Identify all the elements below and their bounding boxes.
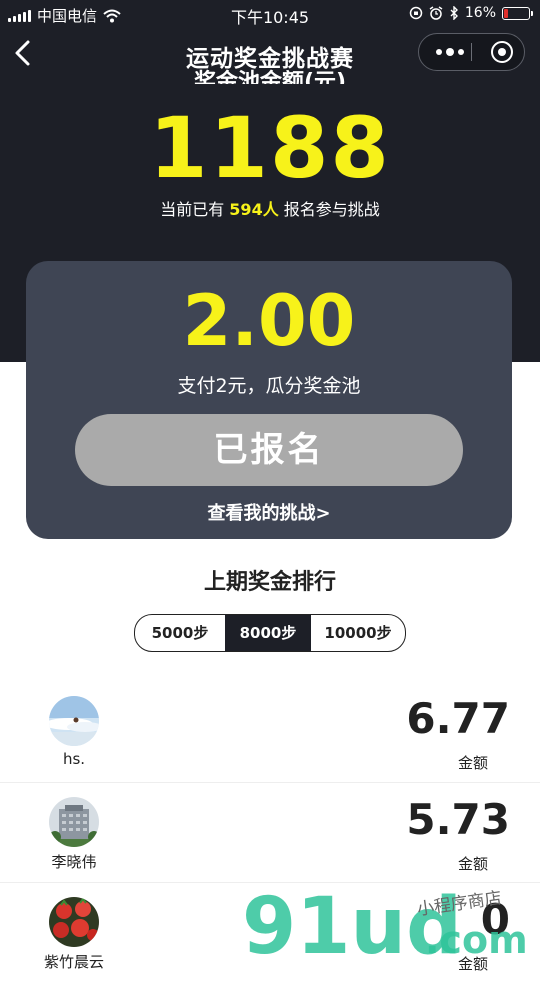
entry-card: 2.00 支付2元，瓜分奖金池 已报名 查看我的挑战> (26, 261, 512, 539)
target-circle-icon[interactable] (491, 41, 513, 63)
pool-amount: 1188 (149, 99, 391, 197)
tab-10000[interactable]: 10000步 (311, 615, 405, 651)
avatar (49, 696, 99, 746)
more-dots-icon[interactable] (433, 34, 467, 70)
avatar (49, 897, 99, 947)
battery-level (504, 8, 508, 18)
battery-percent: 16% (464, 5, 496, 21)
ranking-name: 紫竹晨云 (43, 953, 104, 971)
entry-description: 支付2元，瓜分奖金池 (177, 375, 361, 397)
ranking-name: hs. (62, 750, 86, 768)
ranking-amount: 6.77 (406, 694, 510, 743)
status-right: 16% (409, 5, 533, 21)
watermark-domain: .com (425, 918, 528, 960)
watermark-logo: 91ud .com 小程序商店 (242, 882, 528, 960)
participants-prefix: 当前已有 (160, 200, 225, 219)
tab-5000[interactable]: 5000步 (135, 615, 225, 651)
participants-text: 当前已有 594人 报名参与挑战 (0, 196, 540, 220)
ranking-amount-label: 金额 (457, 754, 488, 772)
capsule-divider (471, 43, 472, 61)
ranking-title: 上期奖金排行 (203, 570, 336, 595)
ranking-row: hs. 6.77 金额 (0, 682, 540, 783)
pool-label: 奖金池金额(元) (193, 70, 347, 84)
alarm-icon (429, 6, 443, 20)
participants-suffix: 报名参与挑战 (283, 200, 380, 219)
avatar (49, 797, 99, 847)
participants-count: 594人 (229, 200, 279, 219)
tab-8000[interactable]: 8000步 (225, 615, 311, 651)
rotation-lock-icon (409, 6, 423, 20)
ranking-name: 李晓伟 (51, 853, 97, 871)
ranking-amount-label: 金额 (457, 855, 488, 873)
my-challenge-link[interactable]: 查看我的挑战> (26, 499, 512, 525)
bluetooth-icon (450, 6, 458, 20)
step-tabs: 5000步 8000步 10000步 (134, 614, 406, 652)
entry-price: 2.00 (182, 280, 356, 362)
joined-button[interactable]: 已报名 (75, 414, 463, 486)
ranking-row: 李晓伟 5.73 金额 (0, 782, 540, 884)
battery-icon (502, 6, 533, 20)
status-bar: 中国电信 下午10:45 16% (0, 0, 540, 28)
ranking-amount: 5.73 (406, 795, 510, 844)
